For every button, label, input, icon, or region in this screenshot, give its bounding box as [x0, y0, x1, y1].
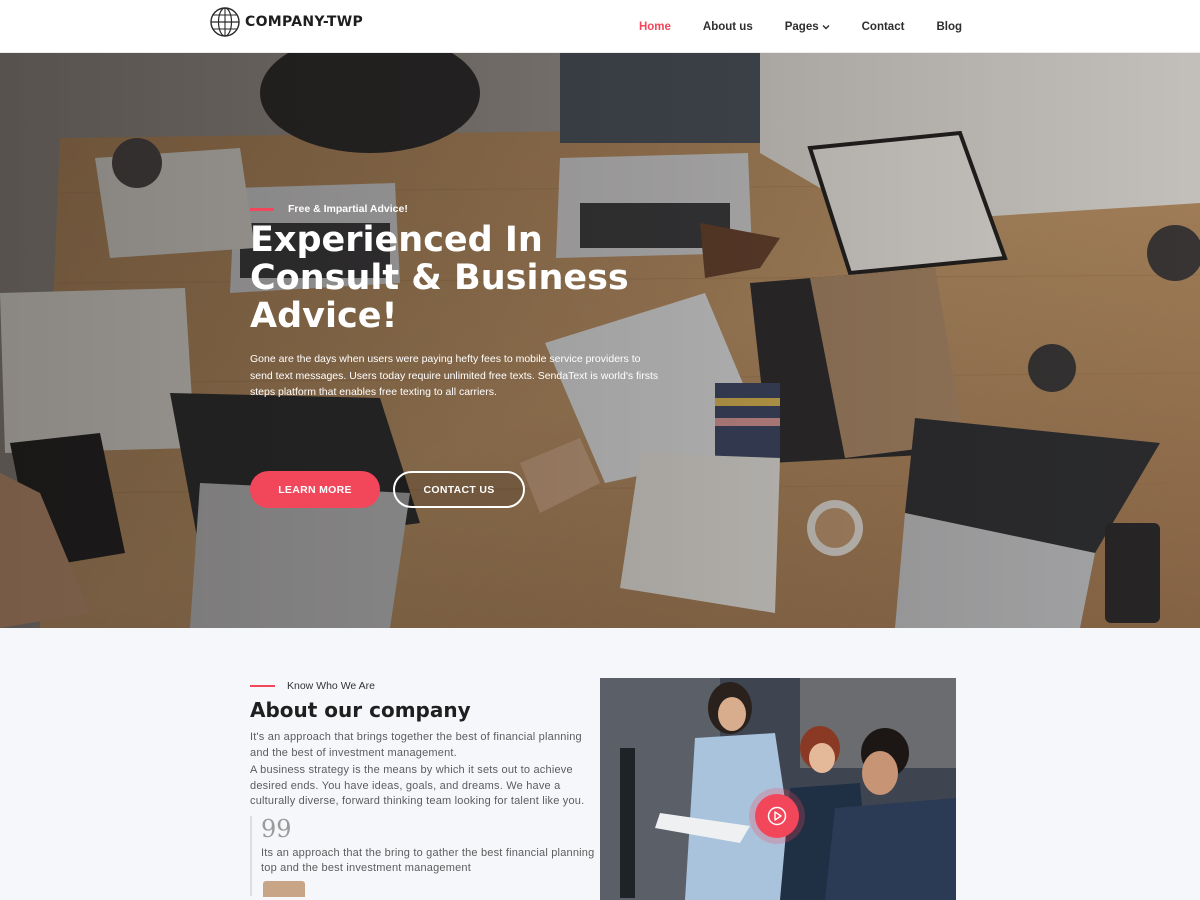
nav-item-label: Blog: [936, 20, 962, 33]
contact-us-button[interactable]: CONTACT US: [393, 471, 525, 508]
hero-content: Free & Impartial Advice! Experienced In …: [250, 201, 670, 401]
about-paragraph-1: It's an approach that brings together th…: [250, 731, 582, 759]
logo[interactable]: COMPANY-TWP: [209, 6, 363, 38]
nav-item-label: About us: [702, 20, 753, 33]
nav-item-label: Pages: [784, 20, 819, 33]
nav-item-about-us[interactable]: About us: [703, 21, 753, 33]
hero-description: Gone are the days when users were paying…: [250, 353, 659, 398]
hero-section: Free & Impartial Advice! Experienced In …: [0, 53, 1200, 628]
globe-icon: [210, 7, 240, 37]
hero-buttons: LEARN MORE CONTACT US: [250, 471, 525, 508]
about-eyebrow: Know Who We Are: [250, 680, 595, 692]
logo-text: COMPANY-TWP: [245, 14, 364, 30]
main-nav: Home About us Pages Contact Blog: [607, 0, 962, 53]
office-team-image: [600, 678, 956, 900]
quote-text: Its an approach that the bring to gather…: [261, 846, 595, 875]
about-section: Know Who We Are About our company It's a…: [0, 628, 1200, 900]
play-icon: [767, 806, 787, 826]
hero-title: Experienced In Consult & Business Advice…: [250, 220, 629, 336]
avatar: [263, 880, 305, 897]
quote-icon: 99: [261, 814, 292, 843]
nav-item-contact[interactable]: Contact: [862, 21, 905, 33]
about-text: Know Who We Are About our company It's a…: [250, 680, 595, 897]
nav-item-pages[interactable]: Pages: [785, 21, 830, 33]
nav-item-label: Contact: [861, 20, 905, 33]
accent-line: [250, 207, 274, 211]
nav-item-home[interactable]: Home: [639, 21, 671, 33]
accent-line: [250, 685, 275, 687]
hero-tagline-row: Free & Impartial Advice!: [250, 201, 670, 217]
about-video-thumbnail: [600, 678, 956, 900]
play-video-button[interactable]: [755, 794, 799, 838]
nav-item-label: Home: [638, 20, 671, 33]
about-paragraph-2: A business strategy is the means by whic…: [250, 764, 585, 807]
site-header: COMPANY-TWP Home About us Pages Contact …: [0, 0, 1200, 53]
about-title: About our company: [250, 698, 471, 722]
learn-more-button[interactable]: LEARN MORE: [250, 471, 380, 508]
about-eyebrow-text: Know Who We Are: [287, 680, 375, 692]
hero-tagline: Free & Impartial Advice!: [288, 203, 408, 215]
chevron-down-icon: [822, 24, 830, 29]
about-quote: 99 Its an approach that the bring to gat…: [250, 814, 595, 897]
nav-item-blog[interactable]: Blog: [936, 21, 962, 33]
